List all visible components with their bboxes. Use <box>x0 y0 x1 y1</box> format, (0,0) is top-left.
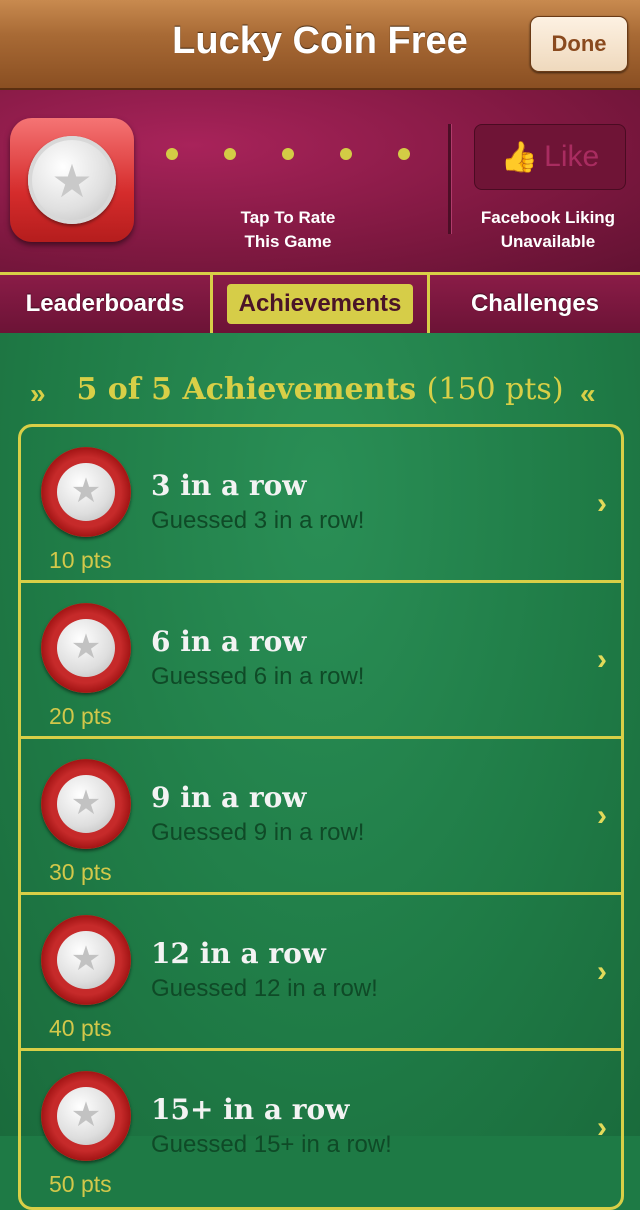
done-button[interactable]: Done <box>530 16 628 72</box>
achievement-description: Guessed 3 in a row! <box>151 507 365 534</box>
achievement-points: 10 pts <box>49 547 112 573</box>
coin-star-icon: ★ <box>28 136 116 224</box>
achievement-description: Guessed 12 in a row! <box>151 975 378 1002</box>
coin-star-icon: ★ <box>41 759 131 849</box>
achievement-description: Guessed 6 in a row! <box>151 663 365 690</box>
facebook-status-label: Facebook Liking Unavailable <box>480 208 616 251</box>
app-icon: ★ <box>10 118 134 242</box>
achievement-name: 9 in a row <box>151 781 307 814</box>
list-item[interactable]: ★ 9 in a row Guessed 9 in a row! 30 pts … <box>21 739 621 895</box>
coin-star-icon: ★ <box>41 1071 131 1161</box>
rating-dot-5[interactable] <box>398 148 410 160</box>
tab-achievements[interactable]: Achievements <box>213 275 427 333</box>
achievement-name: 3 in a row <box>151 469 307 502</box>
achievement-description: Guessed 15+ in a row! <box>151 1131 392 1158</box>
chevron-right-icon[interactable]: › <box>597 955 607 989</box>
list-item[interactable]: ★ 6 in a row Guessed 6 in a row! 20 pts … <box>21 583 621 739</box>
achievement-name: 15+ in a row <box>151 1093 350 1126</box>
coin-star-icon: ★ <box>41 603 131 693</box>
achievement-points: 20 pts <box>49 703 112 729</box>
like-label: Like <box>544 140 600 173</box>
achievement-points: 50 pts <box>49 1171 112 1197</box>
coin-star-icon: ★ <box>41 915 131 1005</box>
rating-dot-1[interactable] <box>166 148 178 160</box>
tab-leaderboards[interactable]: Leaderboards <box>0 275 210 333</box>
achievement-list: ★ 3 in a row Guessed 3 in a row! 10 pts … <box>18 424 624 1210</box>
chevron-right-icon[interactable]: › <box>597 643 607 677</box>
chevron-right-icon[interactable]: › <box>597 1111 607 1145</box>
chevron-right-icon[interactable]: › <box>597 799 607 833</box>
achievement-points: 30 pts <box>49 859 112 885</box>
list-item[interactable]: ★ 15+ in a row Guessed 15+ in a row! 50 … <box>21 1051 621 1207</box>
rating-dot-2[interactable] <box>224 148 236 160</box>
achievement-points: 40 pts <box>49 1015 112 1041</box>
achievements-summary: 5 of 5 Achievements (150 pts) <box>76 372 564 407</box>
tab-challenges[interactable]: Challenges <box>430 275 640 333</box>
chevron-double-left-icon: « <box>580 378 596 409</box>
achievement-name: 6 in a row <box>151 625 307 658</box>
rating-dot-4[interactable] <box>340 148 352 160</box>
thumbs-up-icon: 👍 <box>500 140 539 174</box>
coin-star-icon: ★ <box>41 447 131 537</box>
rating-dot-3[interactable] <box>282 148 294 160</box>
chevron-right-icon[interactable]: › <box>597 487 607 521</box>
achievement-description: Guessed 9 in a row! <box>151 819 365 846</box>
header-divider <box>448 124 452 234</box>
facebook-like-button[interactable]: 👍 Like <box>474 124 626 190</box>
segmented-tab-bar: Leaderboards Achievements Challenges <box>0 272 640 336</box>
list-item[interactable]: ★ 12 in a row Guessed 12 in a row! 40 pt… <box>21 895 621 1051</box>
navigation-bar: Lucky Coin Free Done <box>0 0 640 90</box>
list-item[interactable]: ★ 3 in a row Guessed 3 in a row! 10 pts … <box>21 427 621 583</box>
rate-game-label[interactable]: Tap To Rate This Game <box>198 206 378 254</box>
achievement-name: 12 in a row <box>151 937 326 970</box>
